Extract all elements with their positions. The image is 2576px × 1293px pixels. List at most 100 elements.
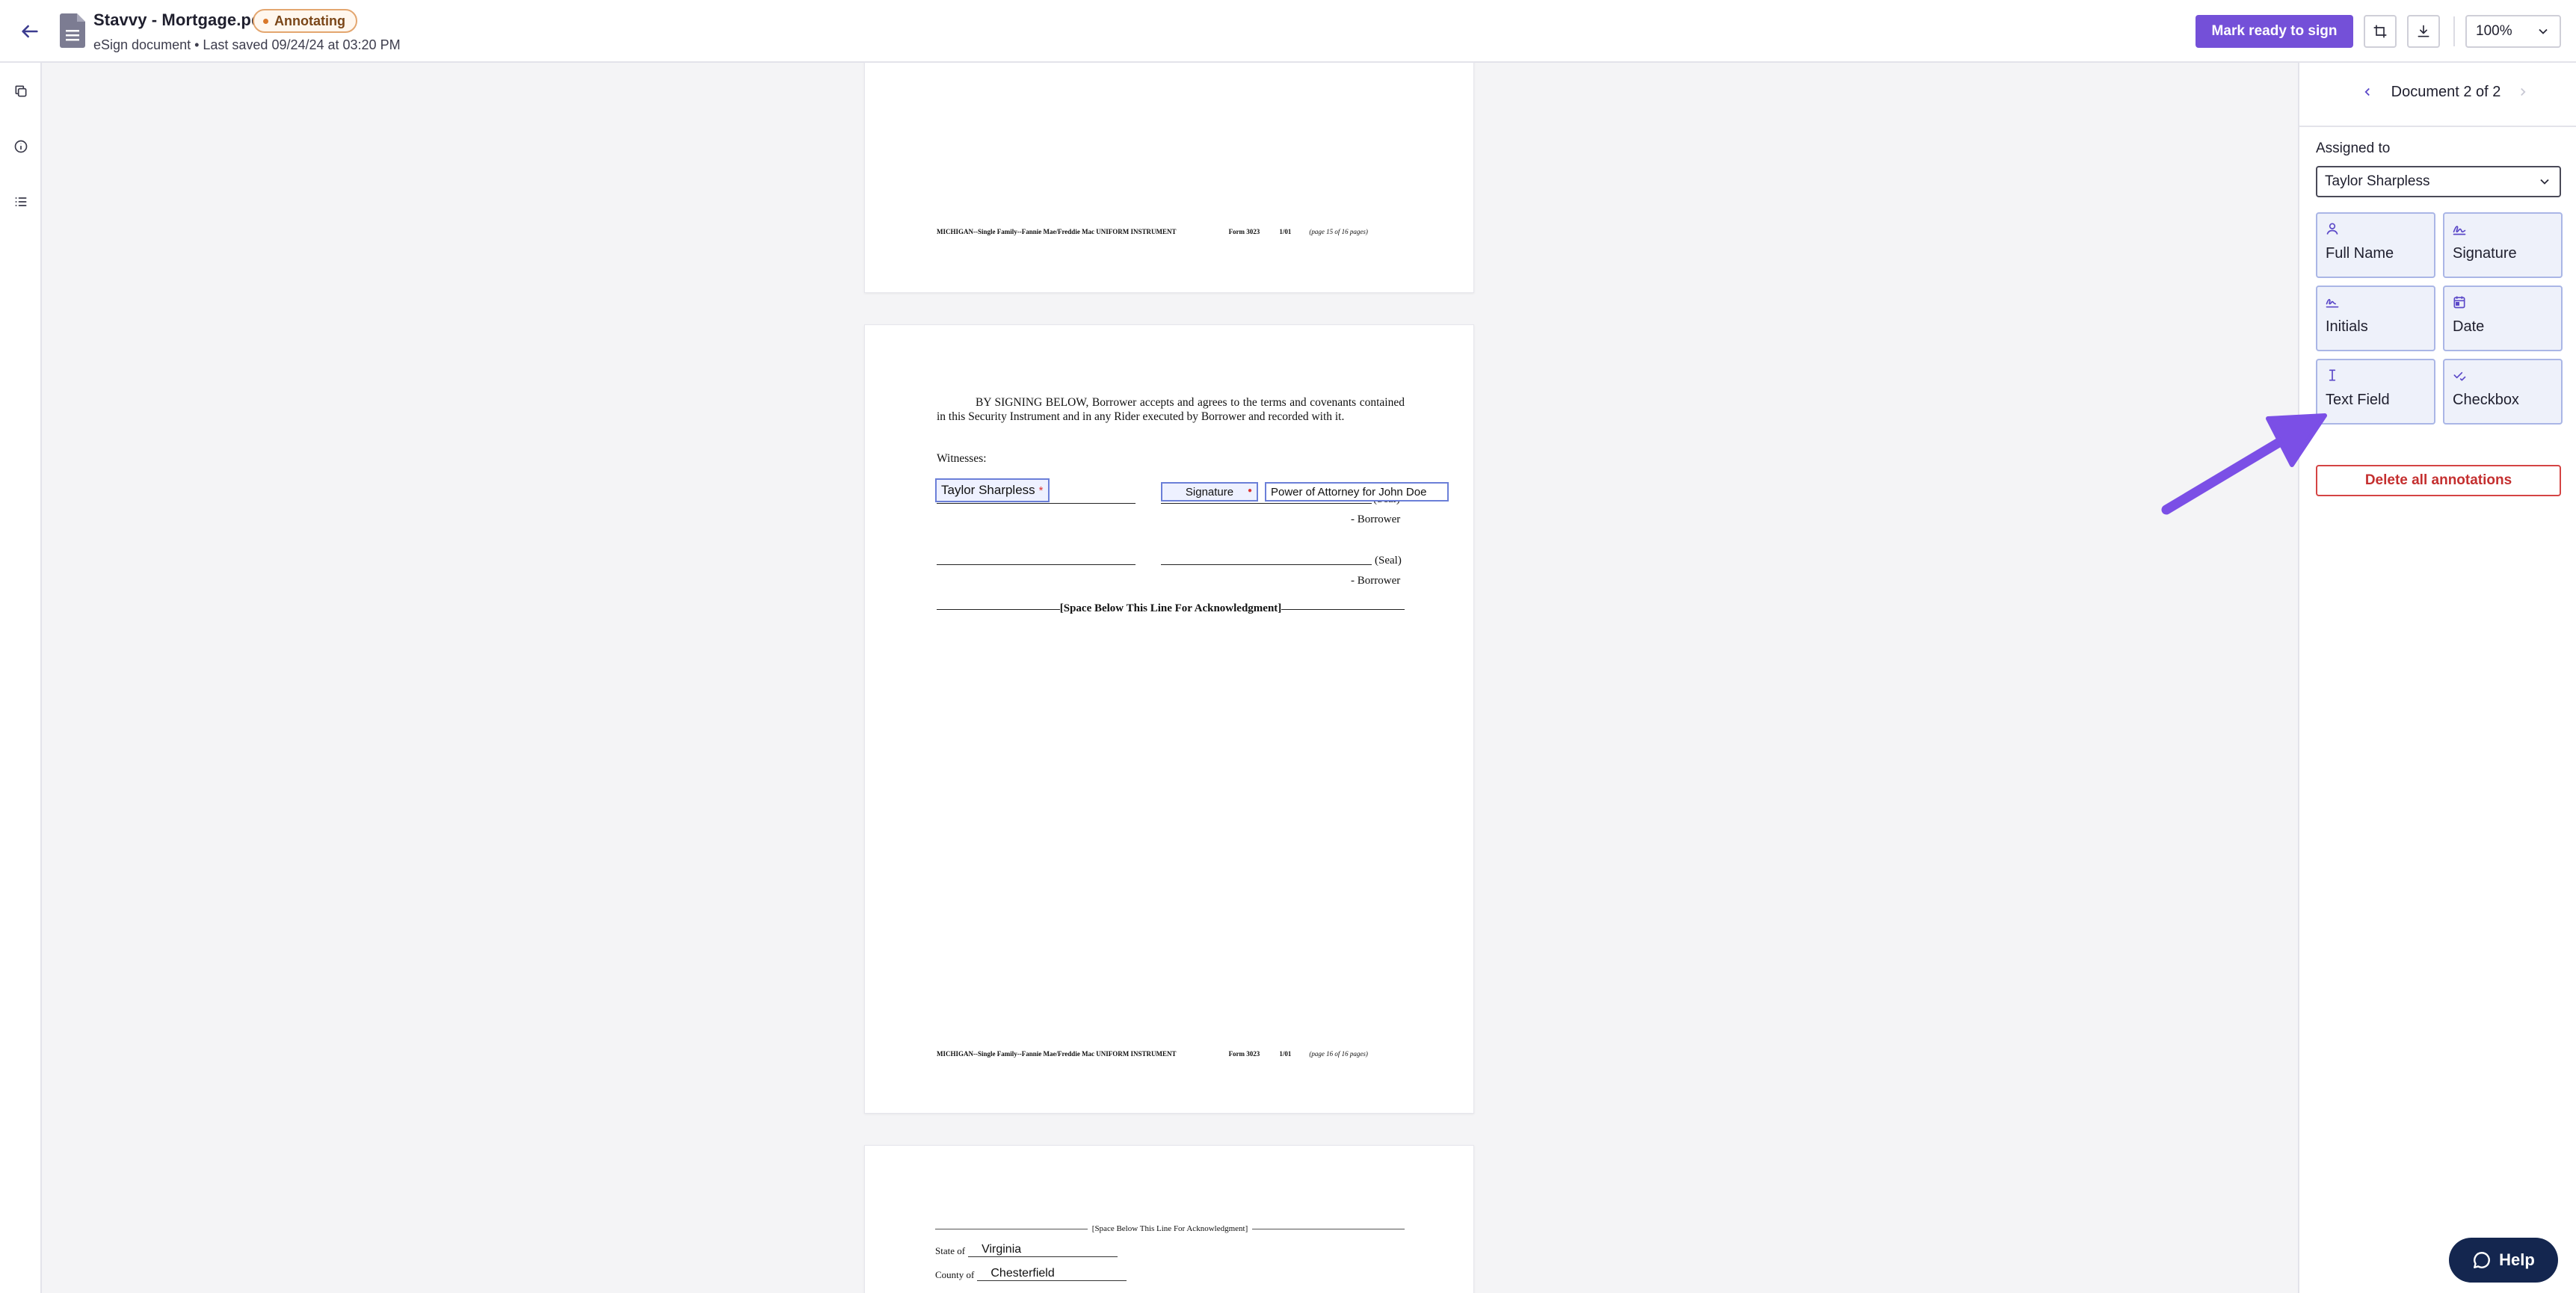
document-navigator: Document 2 of 2 bbox=[2299, 63, 2576, 127]
required-icon: * bbox=[1038, 484, 1044, 497]
checkbox-tool-label: Checkbox bbox=[2453, 392, 2519, 408]
mark-ready-to-sign-button[interactable]: Mark ready to sign bbox=[2196, 15, 2353, 48]
info-button[interactable] bbox=[7, 133, 34, 160]
signature-annotation-text: Signature bbox=[1185, 485, 1234, 499]
signature-line bbox=[937, 503, 1136, 504]
crop-button[interactable] bbox=[2364, 15, 2397, 48]
underline bbox=[937, 609, 1060, 610]
signature-tool-label: Signature bbox=[2453, 245, 2517, 262]
document-page: BY SIGNING BELOW, Borrower accepts and a… bbox=[864, 324, 1474, 1114]
document-page: MICHIGAN--Single Family--Fannie Mae/Fred… bbox=[864, 63, 1474, 293]
chevron-right-icon bbox=[2521, 87, 2526, 96]
document-viewer[interactable]: MICHIGAN--Single Family--Fannie Mae/Fred… bbox=[42, 63, 2298, 1293]
status-dot-icon bbox=[263, 18, 268, 24]
signature-icon bbox=[2453, 226, 2466, 235]
list-icon bbox=[15, 197, 27, 206]
acknowledgment-label: [Space Below This Line For Acknowledgmen… bbox=[1091, 1224, 1248, 1233]
calendar-icon bbox=[2453, 296, 2465, 309]
space-below-label: [Space Below This Line For Acknowledgmen… bbox=[1059, 602, 1282, 614]
delete-all-annotations-button[interactable]: Delete all annotations bbox=[2316, 465, 2561, 496]
copy-pages-icon bbox=[15, 85, 27, 97]
chevron-down-icon bbox=[2539, 28, 2548, 34]
state-row: State of Virginia bbox=[935, 1243, 1118, 1257]
assigned-to-label: Assigned to bbox=[2316, 141, 2391, 156]
document-subtitle: eSign document • Last saved 09/24/24 at … bbox=[93, 37, 401, 52]
assigned-to-select[interactable]: Taylor Sharpless bbox=[2316, 166, 2561, 197]
checkbox-tool[interactable]: Checkbox bbox=[2443, 359, 2563, 425]
initials-tool[interactable]: Initials bbox=[2316, 286, 2435, 351]
text-field-annotation[interactable]: Power of Attorney for John Doe bbox=[1265, 482, 1449, 502]
checkmark-icon bbox=[2453, 371, 2466, 381]
full-name-tool-label: Full Name bbox=[2326, 245, 2394, 262]
state-label: State of bbox=[935, 1245, 966, 1256]
next-document-button[interactable] bbox=[2512, 81, 2534, 103]
zoom-value: 100% bbox=[2476, 23, 2512, 39]
pages-button[interactable] bbox=[7, 78, 34, 105]
county-row: County of Chesterfield bbox=[935, 1267, 1127, 1281]
crop-icon bbox=[2373, 25, 2387, 38]
help-button[interactable]: Help bbox=[2449, 1238, 2558, 1283]
signature-line bbox=[1161, 564, 1372, 565]
footer-rev: 1/01 bbox=[1279, 1050, 1292, 1058]
footer-instrument: MICHIGAN--Single Family--Fannie Mae/Fred… bbox=[937, 228, 1177, 235]
document-nav-label: Document 2 of 2 bbox=[2391, 84, 2501, 100]
underline bbox=[1281, 609, 1405, 610]
county-label: County of bbox=[935, 1269, 975, 1280]
borrower-label: - Borrower bbox=[1351, 575, 1401, 587]
download-icon bbox=[2418, 25, 2429, 37]
zoom-select[interactable]: 100% bbox=[2465, 15, 2561, 48]
document-page: [Space Below This Line For Acknowledgmen… bbox=[864, 1145, 1474, 1293]
date-tool-label: Date bbox=[2453, 318, 2485, 335]
full-name-annotation[interactable]: Taylor Sharpless * bbox=[935, 478, 1050, 502]
text-cursor-icon bbox=[2329, 369, 2336, 381]
download-button[interactable] bbox=[2407, 15, 2440, 48]
county-field[interactable]: Chesterfield bbox=[977, 1267, 1127, 1281]
left-rail bbox=[0, 63, 42, 1293]
arrow-left-icon bbox=[22, 25, 38, 38]
required-icon: ● bbox=[1247, 487, 1252, 495]
annotation-panel: Document 2 of 2 Assigned to Taylor Sharp… bbox=[2298, 63, 2576, 1293]
text-field-annotation-text: Power of Attorney for John Doe bbox=[1271, 485, 1427, 499]
page-footer: MICHIGAN--Single Family--Fannie Mae/Fred… bbox=[937, 1050, 1405, 1058]
page-footer: MICHIGAN--Single Family--Fannie Mae/Fred… bbox=[937, 228, 1405, 235]
assigned-to-value: Taylor Sharpless bbox=[2325, 173, 2430, 189]
space-below-line: [Space Below This Line For Acknowledgmen… bbox=[937, 602, 1405, 615]
list-button[interactable] bbox=[7, 188, 34, 215]
footer-instrument: MICHIGAN--Single Family--Fannie Mae/Fred… bbox=[937, 1050, 1177, 1058]
document-icon bbox=[60, 13, 85, 48]
signature-line bbox=[937, 564, 1136, 565]
full-name-tool[interactable]: Full Name bbox=[2316, 212, 2435, 278]
date-tool[interactable]: Date bbox=[2443, 286, 2563, 351]
borrower-label: - Borrower bbox=[1351, 513, 1401, 525]
witnesses-label: Witnesses: bbox=[937, 452, 987, 465]
header-divider bbox=[2453, 16, 2455, 46]
initials-tool-label: Initials bbox=[2326, 318, 2368, 335]
person-icon bbox=[2326, 223, 2338, 235]
initials-icon bbox=[2326, 299, 2339, 308]
chat-bubble-icon bbox=[2474, 1252, 2491, 1268]
full-name-annotation-text: Taylor Sharpless bbox=[941, 483, 1035, 497]
chevron-left-icon bbox=[2364, 87, 2370, 96]
back-button[interactable] bbox=[15, 16, 45, 46]
footer-rev: 1/01 bbox=[1279, 228, 1292, 235]
help-label: Help bbox=[2499, 1250, 2535, 1269]
chevron-down-icon bbox=[2540, 179, 2549, 185]
text-field-tool[interactable]: Text Field bbox=[2316, 359, 2435, 425]
footer-pages: (page 16 of 16 pages) bbox=[1309, 1050, 1368, 1058]
footer-form: Form 3023 bbox=[1228, 1050, 1260, 1058]
footer-form: Form 3023 bbox=[1228, 228, 1260, 235]
signing-paragraph: BY SIGNING BELOW, Borrower accepts and a… bbox=[937, 396, 1405, 423]
top-bar: Stavvy - Mortgage.pdf Annotating eSign d… bbox=[0, 0, 2576, 63]
seal-label: (Seal) bbox=[1375, 555, 1402, 567]
status-badge-label: Annotating bbox=[274, 13, 345, 28]
signature-annotation[interactable]: Signature ● bbox=[1161, 482, 1258, 502]
state-field[interactable]: Virginia bbox=[968, 1243, 1118, 1257]
text-field-tool-label: Text Field bbox=[2326, 392, 2390, 408]
info-icon bbox=[14, 140, 28, 153]
document-title: Stavvy - Mortgage.pdf bbox=[93, 10, 267, 29]
acknowledgment-line: [Space Below This Line For Acknowledgmen… bbox=[935, 1224, 1405, 1233]
footer-pages: (page 15 of 16 pages) bbox=[1309, 228, 1368, 235]
signature-line bbox=[1161, 503, 1372, 504]
previous-document-button[interactable] bbox=[2356, 81, 2379, 103]
signature-tool[interactable]: Signature bbox=[2443, 212, 2563, 278]
